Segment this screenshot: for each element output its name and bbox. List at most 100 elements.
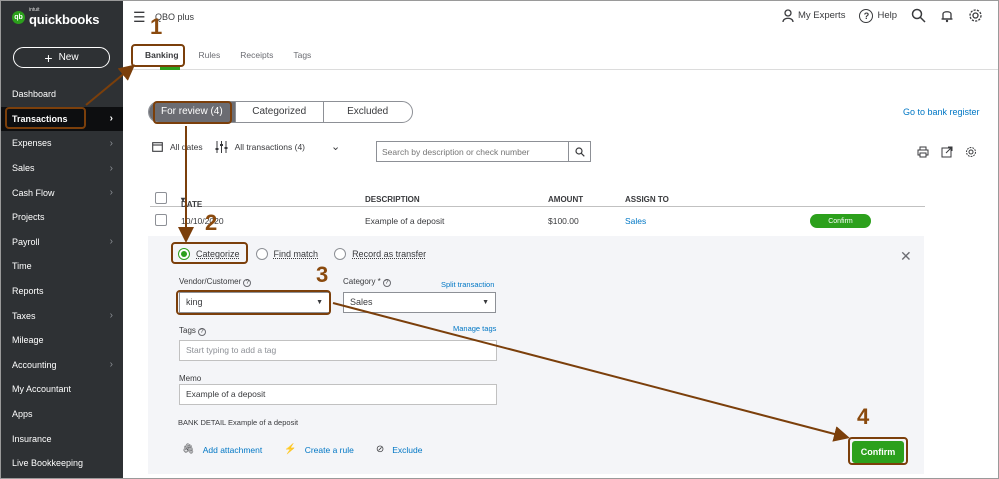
table-header: DATE ▾ DESCRIPTION AMOUNT ASSIGN TO bbox=[150, 190, 925, 209]
create-rule-link[interactable]: ⚡ Create a rule bbox=[284, 444, 354, 455]
exclude-link[interactable]: ⊘ Exclude bbox=[376, 444, 423, 455]
print-icon[interactable] bbox=[917, 146, 929, 158]
prohibit-icon: ⊘ bbox=[375, 444, 385, 455]
sidebar-item-payroll[interactable]: Payroll › bbox=[0, 230, 123, 255]
annotation-box-confirm bbox=[848, 437, 908, 465]
detail-actions: 🖇 Add attachment ⚡ Create a rule ⊘ Exclude bbox=[182, 444, 422, 455]
go-to-bank-register-link[interactable]: Go to bank register bbox=[903, 107, 980, 117]
column-amount: AMOUNT bbox=[548, 195, 584, 204]
bank-detail: BANK DETAIL Example of a deposit bbox=[178, 418, 298, 427]
radio-transfer-label: Record as transfer bbox=[352, 249, 427, 259]
sidebar-item-label: Time bbox=[12, 261, 32, 272]
annotation-number-1: 1 bbox=[150, 14, 163, 39]
column-assign-to: ASSIGN TO bbox=[625, 195, 669, 204]
tab-receipts[interactable]: Receipts bbox=[230, 44, 283, 69]
manage-tags-link[interactable]: Manage tags bbox=[453, 324, 496, 333]
sidebar-item-insurance[interactable]: Insurance bbox=[0, 426, 123, 451]
my-experts-label: My Experts bbox=[797, 10, 846, 21]
sidebar-item-time[interactable]: Time bbox=[0, 254, 123, 279]
sidebar-item-my-accountant[interactable]: My Accountant bbox=[0, 377, 123, 402]
tab-tags[interactable]: Tags bbox=[283, 44, 321, 69]
settings-gear-icon[interactable] bbox=[965, 146, 977, 158]
quickbooks-logo[interactable]: qb intuit quickbooks bbox=[12, 8, 99, 26]
split-transaction-link[interactable]: Split transaction bbox=[441, 280, 494, 289]
row-checkbox[interactable] bbox=[155, 214, 167, 226]
top-bar: ☰ QBO plus My Experts ? Help bbox=[123, 0, 999, 36]
hamburger-menu-icon[interactable]: ☰ bbox=[133, 9, 146, 26]
annotation-number-4: 4 bbox=[857, 404, 870, 429]
sidebar-item-label: Sales bbox=[12, 163, 35, 174]
sidebar-item-label: Accounting bbox=[12, 359, 57, 370]
chevron-right-icon: › bbox=[109, 113, 113, 125]
memo-label: Memo bbox=[179, 374, 202, 383]
help-icon: ? bbox=[197, 328, 206, 336]
sidebar-item-apps[interactable]: Apps bbox=[0, 402, 123, 427]
row-amount: $100.00 bbox=[548, 216, 579, 226]
sidebar-item-mileage[interactable]: Mileage bbox=[0, 328, 123, 353]
radio-record-as-transfer[interactable]: Record as transfer bbox=[334, 248, 426, 260]
annotation-box-transactions bbox=[5, 107, 86, 129]
annotation-box-for-review bbox=[153, 101, 232, 124]
tab-excluded[interactable]: Excluded bbox=[324, 102, 412, 122]
bank-detail-label: BANK DETAIL bbox=[178, 418, 226, 427]
category-select[interactable]: Sales ▼ bbox=[343, 292, 496, 313]
sidebar-item-live-bookkeeping[interactable]: Live Bookkeeping bbox=[0, 451, 123, 476]
memo-input[interactable]: Example of a deposit bbox=[179, 384, 497, 405]
sidebar-item-reports[interactable]: Reports bbox=[0, 279, 123, 304]
radio-indicator bbox=[255, 248, 268, 260]
paperclip-icon: 🖇 bbox=[182, 444, 195, 455]
row-assign-to[interactable]: Sales bbox=[625, 216, 646, 226]
person-icon bbox=[782, 8, 794, 22]
sidebar-item-dashboard[interactable]: Dashboard bbox=[0, 82, 123, 107]
my-experts-button[interactable]: My Experts bbox=[782, 8, 846, 23]
notification-bell-icon[interactable] bbox=[940, 8, 954, 23]
sidebar-item-label: Mileage bbox=[12, 335, 44, 346]
sidebar-item-accounting[interactable]: Accounting › bbox=[0, 353, 123, 378]
sidebar-item-label: Apps bbox=[12, 409, 33, 420]
filter-bar: All dates All transactions (4) ⌄ bbox=[152, 140, 340, 153]
sidebar-item-label: Live Bookkeeping bbox=[12, 458, 84, 469]
chevron-right-icon: › bbox=[109, 310, 113, 322]
banking-tabs: Banking Rules Receipts Tags bbox=[123, 44, 999, 70]
sidebar-item-label: Insurance bbox=[12, 433, 52, 444]
settings-gear-icon[interactable] bbox=[968, 8, 983, 23]
sidebar-item-projects[interactable]: Projects bbox=[0, 205, 123, 230]
sidebar-item-expenses[interactable]: Expenses › bbox=[0, 131, 123, 156]
annotation-box-vendor bbox=[176, 290, 331, 315]
tab-rules[interactable]: Rules bbox=[189, 44, 231, 69]
chevron-down-icon[interactable]: ⌄ bbox=[331, 140, 340, 153]
radio-find-match[interactable]: Find match bbox=[255, 248, 318, 260]
search-icon[interactable] bbox=[911, 8, 926, 23]
logo-name-text: quickbooks bbox=[29, 12, 100, 27]
filter-sliders-icon bbox=[215, 140, 228, 153]
column-date[interactable]: DATE ▾ bbox=[181, 195, 202, 209]
close-icon[interactable]: ✕ bbox=[900, 248, 912, 265]
chevron-right-icon: › bbox=[109, 236, 113, 248]
dates-filter[interactable]: All dates bbox=[170, 142, 203, 152]
sidebar-item-label: Reports bbox=[12, 286, 44, 297]
help-button[interactable]: ? Help bbox=[859, 8, 897, 23]
select-all-checkbox[interactable] bbox=[155, 192, 167, 204]
row-confirm-button[interactable]: Confirm bbox=[810, 214, 871, 228]
chevron-right-icon: › bbox=[109, 137, 113, 149]
tab-categorized[interactable]: Categorized bbox=[236, 102, 324, 122]
sidebar-item-taxes[interactable]: Taxes › bbox=[0, 303, 123, 328]
dropdown-arrow-icon: ▼ bbox=[482, 299, 489, 306]
sidebar-item-label: Projects bbox=[12, 212, 45, 223]
tags-input[interactable]: Start typing to add a tag bbox=[179, 340, 497, 361]
transactions-filter[interactable]: All transactions (4) bbox=[235, 142, 305, 152]
sidebar-item-label: Taxes bbox=[12, 310, 36, 321]
new-button[interactable]: + New bbox=[13, 47, 110, 68]
add-attachment-link[interactable]: 🖇 Add attachment bbox=[182, 444, 262, 455]
sidebar-item-sales[interactable]: Sales › bbox=[0, 156, 123, 181]
table-row[interactable]: 10/10/2020 Example of a deposit $100.00 … bbox=[150, 208, 925, 234]
calendar-icon bbox=[152, 142, 163, 152]
search-icon bbox=[574, 146, 585, 157]
tags-label: Tags? bbox=[179, 326, 206, 336]
search-input[interactable] bbox=[377, 142, 568, 161]
sidebar-item-cash-flow[interactable]: Cash Flow › bbox=[0, 180, 123, 205]
export-icon[interactable] bbox=[941, 146, 953, 158]
help-label: Help bbox=[877, 10, 897, 21]
lightning-bolt-icon: ⚡ bbox=[284, 444, 297, 455]
search-button[interactable] bbox=[568, 142, 590, 161]
